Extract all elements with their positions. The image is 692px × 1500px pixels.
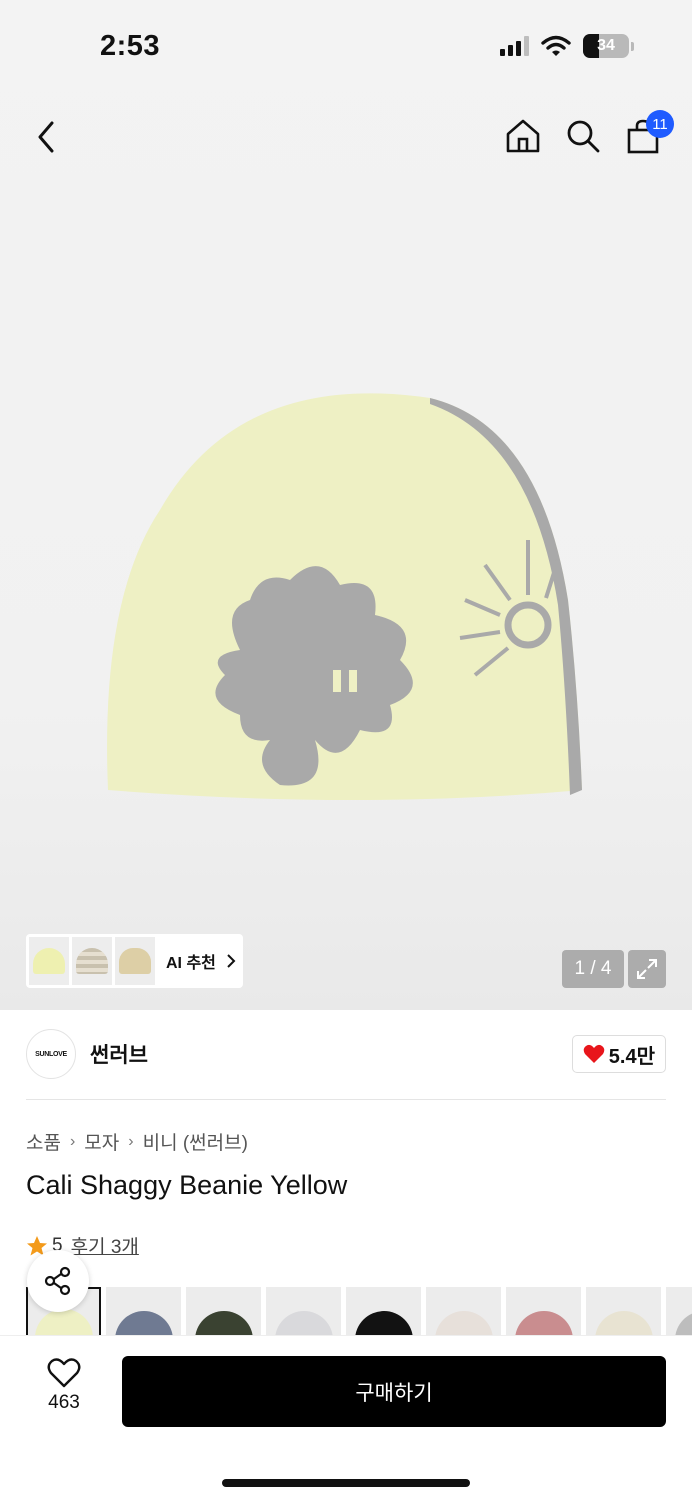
breadcrumb-item[interactable]: 비니 (썬러브) [143,1128,248,1155]
breadcrumb-item[interactable]: 모자 [84,1128,119,1155]
home-button[interactable] [504,116,542,156]
swatch-beanie-thumb [434,1311,493,1335]
brand-name[interactable]: 썬러브 [90,1039,148,1069]
brand-like-button[interactable]: 5.4만 [571,1035,666,1073]
swatch-beanie-thumb [354,1311,413,1335]
ai-thumb[interactable] [72,937,112,985]
swatch-beanie-thumb [114,1311,173,1335]
nav-actions: 11 [504,110,674,156]
share-icon [44,1266,71,1296]
status-icons: 34 [500,34,634,58]
wishlist-count: 463 [48,1392,80,1413]
cellular-signal-icon [500,36,529,56]
expand-icon [637,959,657,979]
color-swatch[interactable] [666,1287,692,1335]
divider [26,1099,666,1100]
ai-recommend-label: AI 추천 [166,955,216,972]
battery-icon: 34 [583,34,629,58]
heart-filled-icon [583,1044,605,1063]
ai-recommend-strip[interactable]: AI 추천 [26,934,243,988]
color-swatch[interactable] [106,1287,181,1335]
image-page-indicator: 1 / 4 [562,950,624,988]
color-swatch[interactable] [266,1287,341,1335]
brand-row[interactable]: SUNLOVE 썬러브 5.4만 [26,1028,666,1080]
breadcrumb-item[interactable]: 소품 [26,1128,61,1155]
color-swatch[interactable] [426,1287,501,1335]
battery-level: 34 [597,37,615,54]
chevron-right-icon [227,954,236,968]
home-icon [506,119,540,153]
color-swatch[interactable] [346,1287,421,1335]
search-button[interactable] [564,116,602,156]
color-swatch[interactable] [586,1287,661,1335]
ai-thumb[interactable] [29,937,69,985]
product-title: Cali Shaggy Beanie Yellow [26,1170,348,1200]
brand-logo-text: SUNLOVE [35,1050,67,1058]
swatch-beanie-thumb [274,1311,333,1335]
breadcrumb: 소품 › 모자 › 비니 (썬러브) [26,1128,248,1155]
wifi-icon [541,35,571,56]
product-image-beanie [107,393,582,800]
brand-like-count: 5.4만 [608,1045,655,1068]
heart-outline-icon [47,1358,81,1388]
ai-thumb[interactable] [115,937,155,985]
share-button[interactable] [27,1250,89,1312]
cart-count-badge: 11 [646,110,674,138]
review-count-link[interactable]: 후기 3개 [71,1232,139,1259]
color-swatch-row [26,1287,692,1335]
buy-button[interactable]: 구매하기 [122,1356,666,1427]
swatch-beanie-thumb [514,1311,573,1335]
swatch-beanie-thumb [34,1309,93,1335]
brand-logo[interactable]: SUNLOVE [26,1029,76,1079]
swatch-beanie-thumb [194,1311,253,1335]
chevron-right-icon: › [128,1132,134,1150]
expand-button[interactable] [628,950,666,988]
product-gallery[interactable]: 2:53 34 11 AI 추천 1 / 4 [0,0,692,1010]
bottom-action-bar: 463 구매하기 [0,1335,692,1500]
cart-button[interactable]: 11 [624,110,674,156]
chevron-right-icon: › [69,1132,76,1150]
swatch-beanie-thumb [594,1311,653,1335]
wishlist-button[interactable]: 463 [26,1358,102,1414]
search-icon [567,120,600,153]
swatch-beanie-thumb [674,1311,692,1335]
color-swatch[interactable] [506,1287,581,1335]
back-icon[interactable] [30,118,64,156]
home-indicator [222,1479,470,1487]
status-time: 2:53 [100,30,161,62]
color-swatch[interactable] [186,1287,261,1335]
